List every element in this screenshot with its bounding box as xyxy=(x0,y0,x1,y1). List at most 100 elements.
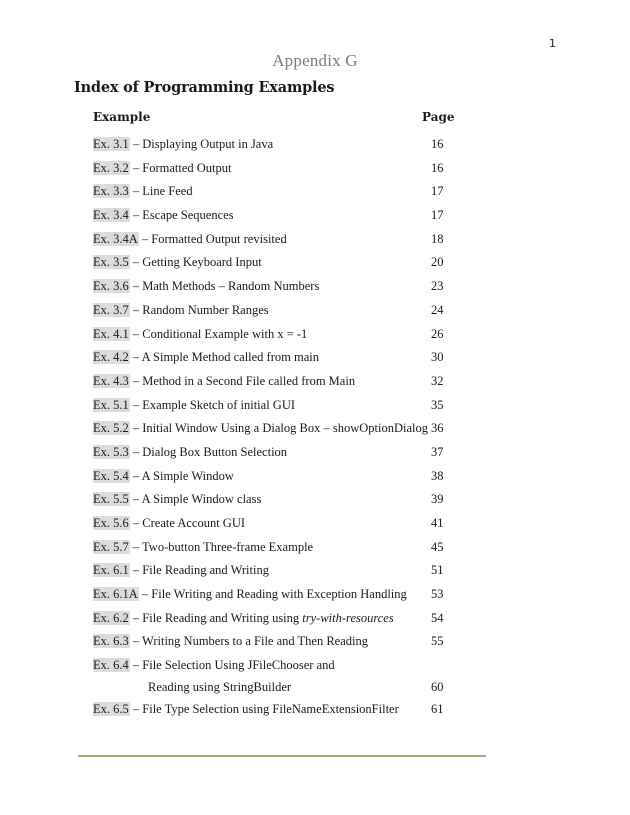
page-ref: 18 xyxy=(431,231,444,246)
example-id: Ex. 6.5 xyxy=(93,702,130,717)
example-title: – Math Methods – Random Numbers xyxy=(129,279,320,294)
example-id: Ex. 6.1A xyxy=(93,587,139,602)
example-id: Ex. 3.3 xyxy=(93,184,130,199)
example-title: – Method in a Second File called from Ma… xyxy=(129,373,356,388)
example-title: – Displaying Output in Java xyxy=(129,137,274,151)
examples-list: Ex. 3.1 – Displaying Output in Java 16 Ex.… xyxy=(93,136,473,725)
list-item: Ex. 3.2 – Formatted Output 16 xyxy=(93,160,473,184)
list-item: Ex. 5.1 – Example Sketch of initial GUI 3… xyxy=(93,397,473,421)
example-title: – A Simple Window xyxy=(129,468,234,483)
footer-rule xyxy=(78,755,486,757)
page-ref: 16 xyxy=(431,137,444,151)
example-id: Ex. 3.2 xyxy=(93,160,130,175)
list-item: Ex. 5.4 – A Simple Window 38 xyxy=(93,468,473,492)
index-heading: Index of Programming Examples xyxy=(74,79,335,96)
example-title: – Line Feed xyxy=(129,184,193,199)
example-id: Ex. 3.4A xyxy=(93,231,139,246)
column-header-example: Example xyxy=(93,110,151,124)
example-title: – Getting Keyboard Input xyxy=(129,255,262,270)
example-id: Ex. 4.2 xyxy=(93,350,130,365)
example-title: – File Selection Using JFileChooser and xyxy=(129,658,335,673)
page-ref: 30 xyxy=(431,350,444,365)
example-title: – A Simple Window class xyxy=(129,492,262,507)
page-ref: 41 xyxy=(431,516,444,530)
page-ref: 55 xyxy=(431,634,444,649)
example-title: – Random Number Ranges xyxy=(129,302,269,317)
page-ref: 20 xyxy=(431,255,444,270)
column-header-page: Page xyxy=(422,110,455,124)
list-item: Ex. 5.7 – Two-button Three-frame Example… xyxy=(93,539,473,563)
list-item: Ex. 3.5 – Getting Keyboard Input 20 xyxy=(93,254,473,278)
list-item: Ex. 6.1 – File Reading and Writing 51 xyxy=(93,562,473,586)
list-item: Ex. 5.2 – Initial Window Using a Dialog … xyxy=(93,420,473,444)
list-item: Ex. 3.6 – Math Methods – Random Numbers 2… xyxy=(93,278,473,302)
example-id: Ex. 6.1 xyxy=(93,563,130,578)
list-item: Ex. 3.1 – Displaying Output in Java 16 xyxy=(93,136,473,160)
page-ref: 23 xyxy=(431,279,444,294)
page-ref: 60 xyxy=(431,680,444,695)
list-item: Ex. 4.3 – Method in a Second File called… xyxy=(93,373,473,397)
example-title: – Two-button Three-frame Example xyxy=(129,539,314,554)
list-item: Ex. 6.3 – Writing Numbers to a File and … xyxy=(93,633,473,657)
example-title: – Writing Numbers to a File and Then Rea… xyxy=(129,634,368,649)
example-id: Ex. 3.4 xyxy=(93,208,130,223)
page-ref: 32 xyxy=(431,373,444,388)
list-item: Ex. 4.1 – Conditional Example with x = -… xyxy=(93,326,473,350)
example-title: – Formatted Output xyxy=(129,160,232,175)
list-item: Ex. 5.3 – Dialog Box Button Selection 37 xyxy=(93,444,473,468)
example-title: – Initial Window Using a Dialog Box – sh… xyxy=(129,421,428,436)
page-ref: 54 xyxy=(431,610,444,625)
example-id: Ex. 5.7 xyxy=(93,539,130,554)
example-title: – Example Sketch of initial GUI xyxy=(129,397,296,412)
example-id: Ex. 5.1 xyxy=(93,397,130,412)
page-ref: 36 xyxy=(431,421,444,436)
example-id: Ex. 5.5 xyxy=(93,492,130,507)
page-ref: 17 xyxy=(431,208,444,223)
example-id: Ex. 5.6 xyxy=(93,516,130,530)
list-item: Ex. 5.6 – Create Account GUI 41 xyxy=(93,515,473,539)
example-title: – File Reading and Writing xyxy=(129,563,269,578)
example-id: Ex. 3.1 xyxy=(93,137,130,151)
example-title: – File Writing and Reading with Exceptio… xyxy=(138,587,407,602)
example-id: Ex. 6.4 xyxy=(93,658,130,673)
example-id: Ex. 6.3 xyxy=(93,634,130,649)
example-id: Ex. 4.1 xyxy=(93,326,130,341)
list-item: Ex. 3.4 – Escape Sequences 17 xyxy=(93,207,473,231)
page-ref: 35 xyxy=(431,397,444,412)
list-item: Ex. 6.4 – File Selection Using JFileChoo… xyxy=(93,657,473,701)
page-number: 1 xyxy=(549,37,556,50)
page-ref: 16 xyxy=(431,160,444,175)
list-item: Ex. 6.2 – File Reading and Writing using… xyxy=(93,610,473,634)
list-item: Ex. 6.5 – File Type Selection using File… xyxy=(93,701,473,725)
example-id: Ex. 6.2 xyxy=(93,610,130,625)
example-title-italic: try-with-resources xyxy=(302,610,394,625)
page-ref: 45 xyxy=(431,539,444,554)
page-ref: 61 xyxy=(431,702,444,717)
page-ref: 17 xyxy=(431,184,444,199)
page-ref: 53 xyxy=(431,587,444,602)
example-title: – A Simple Method called from main xyxy=(129,350,319,365)
example-id: Ex. 5.4 xyxy=(93,468,130,483)
example-title: – File Type Selection using FileNameExte… xyxy=(129,702,399,717)
page-ref: 38 xyxy=(431,468,444,483)
example-title: – Escape Sequences xyxy=(129,208,234,223)
example-title: – Conditional Example with x = -1 xyxy=(129,326,308,341)
appendix-title: Appendix G xyxy=(272,51,358,70)
list-item: Ex. 6.1A – File Writing and Reading with… xyxy=(93,586,473,610)
example-id: Ex. 3.7 xyxy=(93,302,130,317)
list-item: Ex. 3.3 – Line Feed 17 xyxy=(93,183,473,207)
page-ref: 24 xyxy=(431,302,444,317)
list-item: Ex. 5.5 – A Simple Window class 39 xyxy=(93,491,473,515)
example-id: Ex. 5.3 xyxy=(93,444,130,459)
list-item: Ex. 4.2 – A Simple Method called from ma… xyxy=(93,349,473,373)
page-ref: 51 xyxy=(431,563,444,578)
example-id: Ex. 4.3 xyxy=(93,373,130,388)
example-id: Ex. 3.6 xyxy=(93,279,130,294)
example-title: – File Reading and Writing using xyxy=(129,610,303,625)
example-title: – Formatted Output revisited xyxy=(138,231,287,246)
page-ref: 39 xyxy=(431,492,444,507)
example-title-continuation: Reading using StringBuilder xyxy=(148,680,292,695)
example-title: – Create Account GUI xyxy=(129,516,246,530)
example-id: Ex. 3.5 xyxy=(93,255,130,270)
list-item: Ex. 3.7 – Random Number Ranges 24 xyxy=(93,302,473,326)
